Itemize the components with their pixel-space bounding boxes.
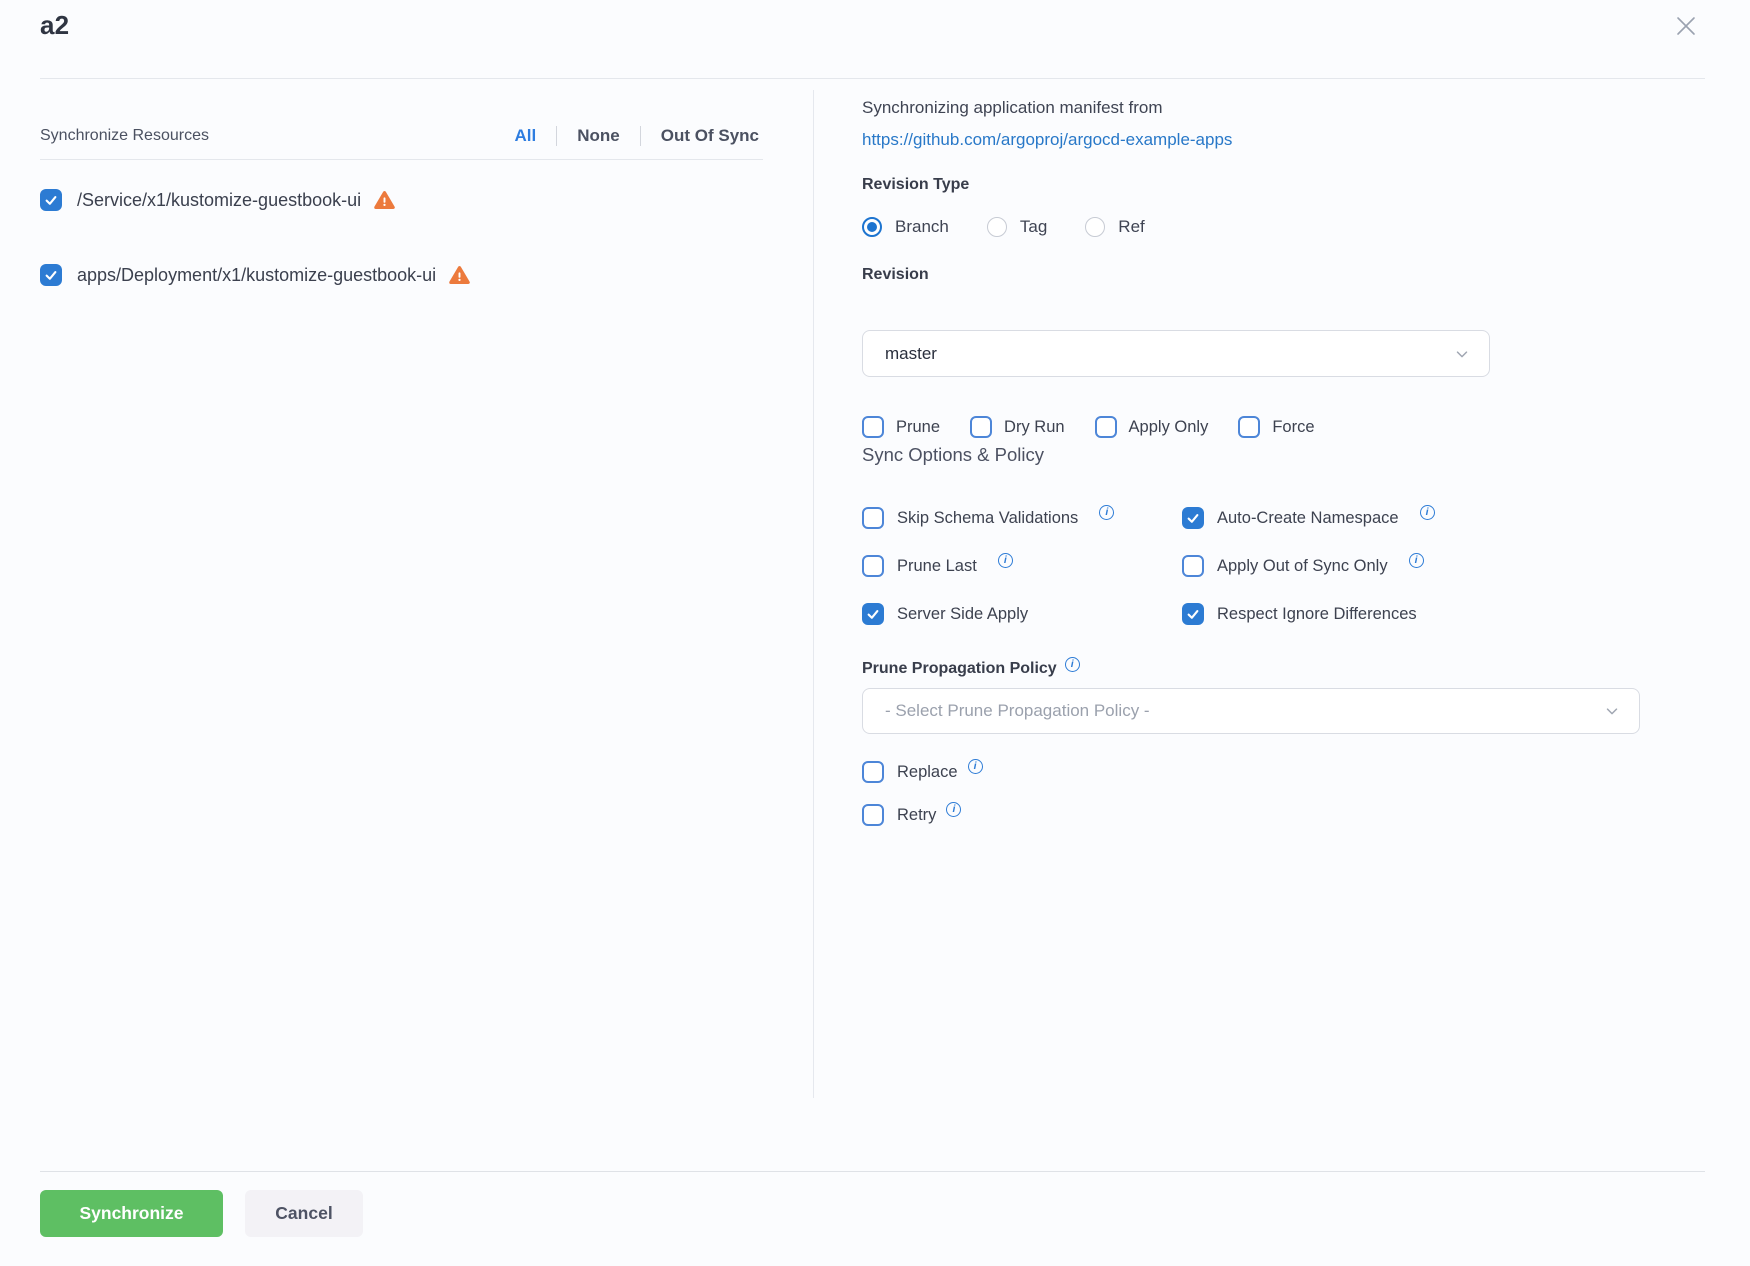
radio-label: Branch (895, 217, 949, 237)
radio-option-ref: Ref (1085, 217, 1144, 237)
resources-filter-bar: Synchronize Resources All None Out Of Sy… (40, 112, 763, 160)
revision-type-label: Revision Type (862, 176, 969, 194)
info-icon[interactable] (946, 802, 961, 817)
sync-flags-row: Prune Dry Run Apply Only Force (862, 416, 1315, 438)
close-icon (1673, 13, 1699, 39)
filter-all[interactable]: All (511, 126, 541, 146)
revision-select-value: master (885, 344, 1453, 364)
option-replace: Replace (862, 761, 983, 783)
radio-label: Tag (1020, 217, 1047, 237)
manifest-source-label: Synchronizing application manifest from (862, 98, 1162, 118)
resource-checkbox[interactable] (40, 189, 62, 211)
chevron-down-icon (1603, 702, 1621, 720)
manifest-source-url: https://github.com/argoproj/argocd-examp… (862, 130, 1232, 150)
check-icon (1186, 511, 1200, 525)
info-icon[interactable] (1099, 505, 1114, 520)
resource-filters: All None Out Of Sync (511, 126, 763, 146)
info-icon[interactable] (1420, 505, 1435, 520)
option-auto-create-namespace: Auto-Create Namespace (1182, 507, 1642, 529)
chevron-down-icon (1453, 345, 1471, 363)
respect-ignore-differences-checkbox[interactable] (1182, 603, 1204, 625)
sync-options-grid: Skip Schema Validations Auto-Create Name… (862, 494, 1642, 638)
flag-label: Dry Run (1004, 418, 1065, 437)
info-icon[interactable] (1409, 553, 1424, 568)
sync-options-heading: Sync Options & Policy (862, 444, 1044, 466)
option-label: Auto-Create Namespace (1217, 509, 1399, 528)
option-label: Respect Ignore Differences (1217, 605, 1417, 624)
flag-label: Prune (896, 418, 940, 437)
resource-checkbox[interactable] (40, 264, 62, 286)
cancel-button[interactable]: Cancel (245, 1190, 363, 1237)
revision-label: Revision (862, 266, 929, 284)
radio-option-tag: Tag (987, 217, 1047, 237)
apply-out-of-sync-only-checkbox[interactable] (1182, 555, 1204, 577)
check-icon (44, 193, 58, 207)
warning-icon (449, 265, 470, 285)
check-icon (1186, 607, 1200, 621)
resources-header: Synchronize Resources (40, 127, 209, 145)
flag-dry-run: Dry Run (970, 416, 1065, 438)
force-checkbox[interactable] (1238, 416, 1260, 438)
prune-propagation-policy-placeholder: - Select Prune Propagation Policy - (885, 701, 1603, 721)
filter-out-of-sync[interactable]: Out Of Sync (657, 126, 763, 146)
tag-radio[interactable] (987, 217, 1007, 237)
filter-separator (556, 126, 557, 146)
option-server-side-apply: Server Side Apply (862, 603, 1182, 625)
option-label: Prune Last (897, 557, 977, 576)
filter-separator (640, 126, 641, 146)
option-respect-ignore-differences: Respect Ignore Differences (1182, 603, 1642, 625)
flag-label: Force (1272, 418, 1314, 437)
dialog-title: a2 (40, 10, 69, 41)
option-apply-out-of-sync-only: Apply Out of Sync Only (1182, 555, 1642, 577)
footer-divider (40, 1171, 1705, 1172)
radio-label: Ref (1118, 217, 1144, 237)
revision-select[interactable]: master (862, 330, 1490, 377)
check-icon (44, 268, 58, 282)
close-button[interactable] (1666, 6, 1706, 46)
option-skip-schema-validations: Skip Schema Validations (862, 507, 1182, 529)
panel-divider (813, 90, 814, 1098)
prune-propagation-policy-select[interactable]: - Select Prune Propagation Policy - (862, 688, 1640, 734)
resource-row: apps/Deployment/x1/kustomize-guestbook-u… (40, 264, 470, 286)
apply-only-checkbox[interactable] (1095, 416, 1117, 438)
server-side-apply-checkbox[interactable] (862, 603, 884, 625)
branch-radio[interactable] (862, 217, 882, 237)
filter-none[interactable]: None (573, 126, 624, 146)
prune-propagation-policy-label: Prune Propagation Policy (862, 660, 1080, 678)
resource-row: /Service/x1/kustomize-guestbook-ui (40, 189, 395, 211)
check-icon (866, 607, 880, 621)
auto-create-namespace-checkbox[interactable] (1182, 507, 1204, 529)
warning-icon (374, 190, 395, 210)
synchronize-button[interactable]: Synchronize (40, 1190, 223, 1237)
retry-checkbox[interactable] (862, 804, 884, 826)
prune-checkbox[interactable] (862, 416, 884, 438)
dry-run-checkbox[interactable] (970, 416, 992, 438)
replace-checkbox[interactable] (862, 761, 884, 783)
sync-dialog: a2 Synchronize Resources All None Out Of… (0, 0, 1750, 1266)
prune-propagation-policy-label-text: Prune Propagation Policy (862, 660, 1057, 677)
info-icon[interactable] (998, 553, 1013, 568)
option-label: Retry (897, 806, 936, 825)
radio-option-branch: Branch (862, 217, 949, 237)
prune-last-checkbox[interactable] (862, 555, 884, 577)
flag-label: Apply Only (1129, 418, 1209, 437)
option-label: Replace (897, 763, 958, 782)
option-prune-last: Prune Last (862, 555, 1182, 577)
option-label: Skip Schema Validations (897, 509, 1078, 528)
ref-radio[interactable] (1085, 217, 1105, 237)
flag-apply-only: Apply Only (1095, 416, 1209, 438)
flag-force: Force (1238, 416, 1314, 438)
resource-label: /Service/x1/kustomize-guestbook-ui (77, 190, 361, 211)
option-label: Apply Out of Sync Only (1217, 557, 1388, 576)
info-icon[interactable] (1065, 657, 1080, 672)
option-retry: Retry (862, 804, 961, 826)
header-divider (40, 78, 1705, 79)
skip-schema-validations-checkbox[interactable] (862, 507, 884, 529)
info-icon[interactable] (968, 759, 983, 774)
resource-label: apps/Deployment/x1/kustomize-guestbook-u… (77, 265, 436, 286)
flag-prune: Prune (862, 416, 940, 438)
option-label: Server Side Apply (897, 605, 1028, 624)
revision-type-options: Branch Tag Ref (862, 217, 1145, 237)
